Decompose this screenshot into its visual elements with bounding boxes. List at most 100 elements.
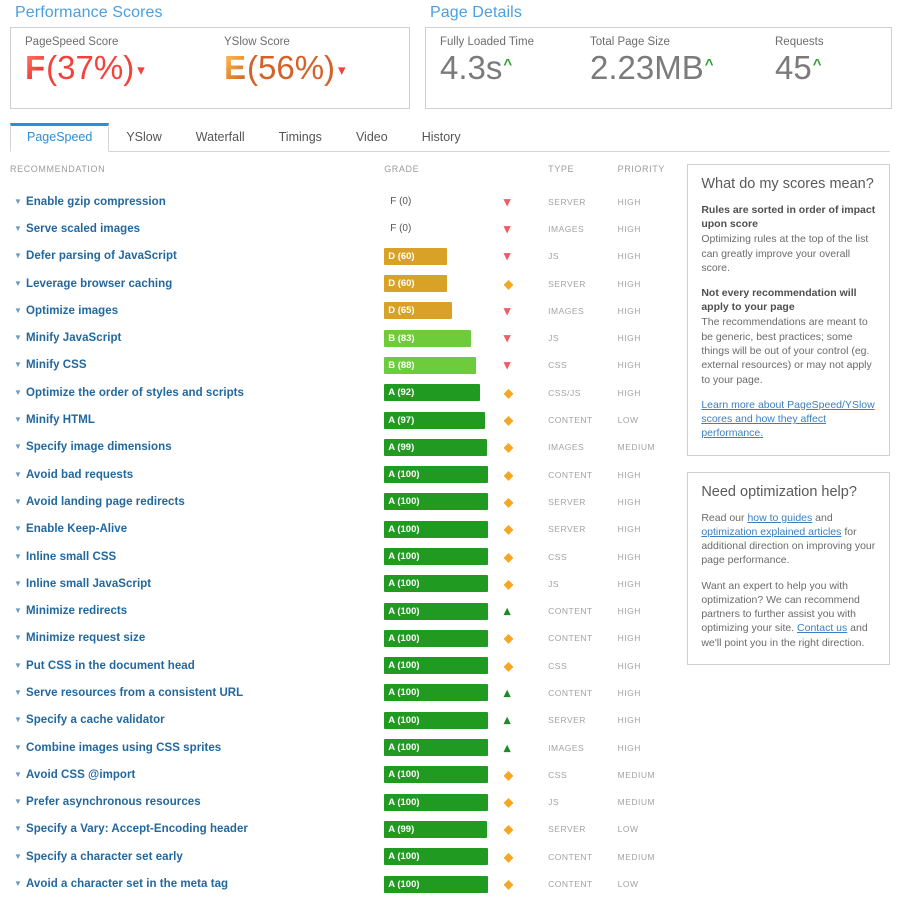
priority-cell: MEDIUM: [617, 851, 656, 862]
expand-triangle-icon[interactable]: ▼: [14, 388, 26, 397]
expand-triangle-icon[interactable]: ▼: [14, 607, 26, 615]
chevron-up-icon[interactable]: ^: [705, 57, 714, 72]
table-row: ▼ Minify HTML A (97) ◆ CONTENT LOW: [10, 406, 680, 433]
type-cell: SERVER: [548, 824, 586, 835]
recommendation-link[interactable]: Avoid landing page redirects: [26, 496, 185, 508]
sidebar-column: What do my scores mean? Rules are sorted…: [687, 164, 890, 898]
grade-bar: D (60): [384, 275, 488, 293]
expand-triangle-icon[interactable]: ▼: [14, 443, 26, 451]
expand-triangle-icon[interactable]: ▼: [14, 852, 26, 861]
tab-pagespeed[interactable]: PageSpeed: [10, 123, 110, 152]
recommendation-cell: ▼ Avoid CSS @import: [10, 761, 384, 788]
expand-triangle-icon[interactable]: ▼: [14, 880, 26, 888]
recommendation-link[interactable]: Avoid CSS @import: [26, 769, 135, 781]
recommendation-link[interactable]: Optimize images: [26, 305, 118, 317]
recommendation-link[interactable]: Minify HTML: [26, 414, 95, 426]
chevron-up-icon[interactable]: ^: [503, 57, 512, 72]
chevron-down-icon[interactable]: ▾: [338, 63, 346, 78]
grade-label: A (100): [388, 769, 420, 781]
type-cell: CONTENT: [548, 687, 593, 698]
expand-triangle-icon[interactable]: ▼: [14, 798, 26, 806]
expand-triangle-icon[interactable]: ▼: [14, 716, 26, 724]
trend-cell: ◆: [504, 789, 548, 816]
type-cell: CONTENT: [548, 606, 593, 617]
type-cell: CSS: [548, 660, 568, 671]
recommendation-link[interactable]: Specify a Vary: Accept-Encoding header: [26, 823, 248, 835]
recommendation-link[interactable]: Leverage browser caching: [26, 278, 172, 290]
priority-cell: LOW: [617, 879, 639, 890]
expand-triangle-icon[interactable]: ▼: [14, 197, 26, 206]
tab-timings[interactable]: Timings: [262, 123, 339, 152]
diamond-icon: ◆: [503, 658, 514, 673]
recommendation-link[interactable]: Specify a character set early: [26, 851, 183, 863]
chevron-down-icon[interactable]: ▾: [137, 63, 145, 78]
trend-cell: ▾: [504, 324, 548, 351]
recommendation-link[interactable]: Prefer asynchronous resources: [26, 796, 201, 808]
recommendation-link[interactable]: Optimize the order of styles and scripts: [26, 387, 244, 399]
recommendation-link[interactable]: Serve resources from a consistent URL: [26, 687, 243, 699]
grade-label: A (100): [388, 605, 420, 617]
recommendation-link[interactable]: Enable gzip compression: [26, 196, 166, 208]
grade-bar: A (99): [384, 820, 488, 838]
expand-triangle-icon[interactable]: ▼: [14, 361, 26, 369]
expand-triangle-icon[interactable]: ▼: [14, 306, 26, 315]
expand-triangle-icon[interactable]: ▼: [14, 770, 26, 779]
pagespeed-score-value-row: F (37%) ▾: [25, 49, 210, 87]
total-page-size-value-row: 2.23MB ^: [590, 49, 761, 87]
grade-label: A (100): [388, 578, 420, 590]
recommendation-link[interactable]: Avoid a character set in the meta tag: [26, 878, 228, 890]
expand-triangle-icon[interactable]: ▼: [14, 252, 26, 260]
expand-triangle-icon[interactable]: ▼: [14, 470, 26, 479]
chevron-up-icon[interactable]: ^: [813, 57, 822, 72]
expand-triangle-icon[interactable]: ▼: [14, 825, 26, 833]
expand-triangle-icon[interactable]: ▼: [14, 743, 26, 752]
grade-bar: A (100): [384, 548, 489, 565]
how-to-guides-link[interactable]: how to guides: [747, 512, 812, 524]
recommendation-link[interactable]: Specify a cache validator: [26, 714, 165, 726]
recommendation-link[interactable]: Enable Keep-Alive: [26, 523, 127, 535]
grade-bar: A (92): [384, 384, 488, 402]
grade-label: A (99): [388, 441, 415, 453]
grade-bar: B (88): [384, 356, 488, 374]
recommendation-link[interactable]: Minify JavaScript: [26, 332, 121, 344]
tab-history[interactable]: History: [405, 123, 478, 152]
recommendation-link[interactable]: Defer parsing of JavaScript: [26, 250, 177, 262]
expand-triangle-icon[interactable]: ▼: [14, 497, 26, 506]
expand-triangle-icon[interactable]: ▼: [14, 579, 26, 588]
recommendation-link[interactable]: Avoid bad requests: [26, 469, 133, 481]
recommendation-link[interactable]: Minimize request size: [26, 632, 145, 644]
grade-label: A (100): [388, 469, 420, 481]
type-cell: JS: [548, 251, 560, 262]
help-panel-text-2: Want an expert to help you with optimiza…: [701, 579, 876, 650]
tab-video[interactable]: Video: [339, 123, 405, 152]
expand-triangle-icon[interactable]: ▼: [14, 634, 26, 642]
recommendation-link[interactable]: Minimize redirects: [26, 605, 127, 617]
expand-triangle-icon[interactable]: ▼: [14, 688, 26, 697]
grade-label: A (99): [388, 823, 415, 835]
expand-triangle-icon[interactable]: ▼: [14, 416, 26, 424]
recommendation-link[interactable]: Serve scaled images: [26, 223, 140, 235]
recommendation-link[interactable]: Inline small JavaScript: [26, 578, 151, 590]
recommendations-table: RECOMMENDATION GRADE TYPE PRIORITY ▼ Enab…: [10, 164, 680, 898]
recommendation-link[interactable]: Inline small CSS: [26, 551, 116, 563]
contact-us-link[interactable]: Contact us: [797, 622, 847, 634]
recommendation-link[interactable]: Minify CSS: [26, 359, 87, 371]
tab-yslow[interactable]: YSlow: [109, 123, 178, 152]
optimization-articles-link[interactable]: optimization explained articles: [701, 526, 841, 538]
table-row: ▼ Minimize redirects A (100) ▴ CONTENT HIGH: [10, 597, 680, 624]
diamond-icon: ◆: [503, 576, 514, 591]
expand-triangle-icon[interactable]: ▼: [14, 661, 26, 670]
expand-triangle-icon[interactable]: ▼: [14, 552, 26, 561]
learn-more-link[interactable]: Learn more about PageSpeed/YSlow scores …: [701, 399, 874, 440]
recommendation-link[interactable]: Specify image dimensions: [26, 441, 172, 453]
grade-cell: A (100): [384, 679, 504, 706]
expand-triangle-icon[interactable]: ▼: [14, 224, 26, 233]
type-cell: CSS/JS: [548, 387, 581, 398]
recommendation-link[interactable]: Put CSS in the document head: [26, 660, 195, 672]
expand-triangle-icon[interactable]: ▼: [14, 525, 26, 533]
recommendation-link[interactable]: Combine images using CSS sprites: [26, 742, 221, 754]
expand-triangle-icon[interactable]: ▼: [14, 334, 26, 342]
tab-waterfall[interactable]: Waterfall: [179, 123, 262, 152]
expand-triangle-icon[interactable]: ▼: [14, 279, 26, 288]
table-row: ▼ Avoid bad requests A (100) ◆ CONTENT HIGH: [10, 461, 680, 488]
